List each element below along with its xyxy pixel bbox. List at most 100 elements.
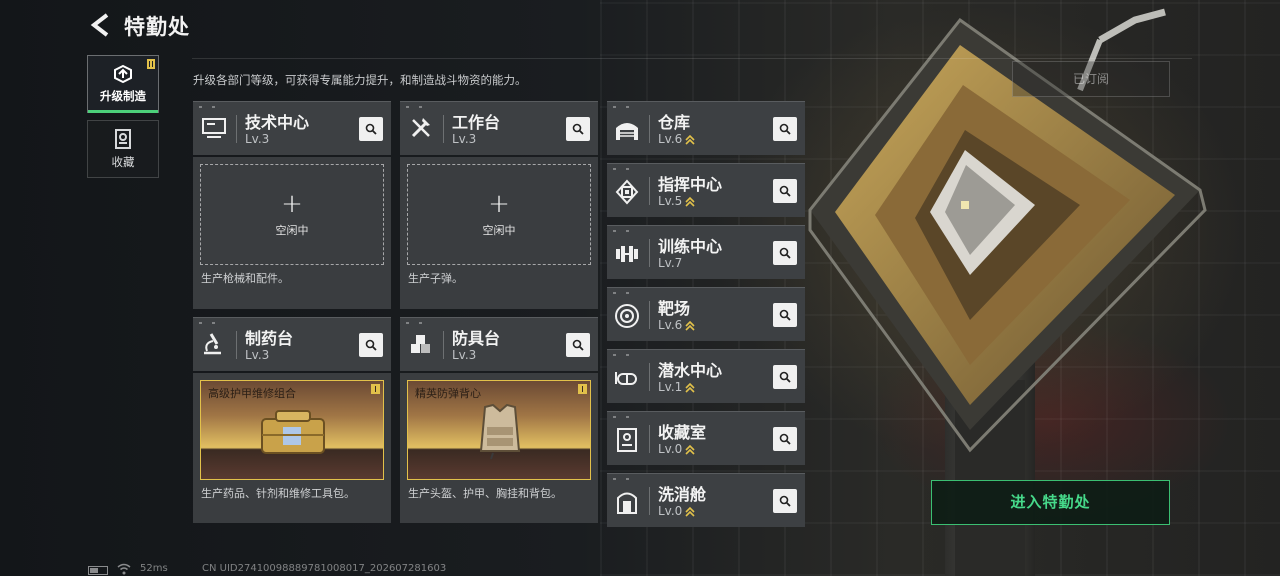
workshop-level: Lv.3: [245, 132, 270, 146]
search-icon[interactable]: [773, 489, 797, 513]
workshop-level: Lv.3: [452, 348, 477, 362]
search-icon[interactable]: [359, 333, 383, 357]
dumbbell-icon: [616, 246, 638, 262]
upgrade-arrow-icon: [685, 134, 695, 145]
workshop-header[interactable]: 工作台 Lv.3: [400, 101, 598, 155]
search-icon[interactable]: [566, 333, 590, 357]
divider: [649, 239, 650, 267]
battery-icon: [88, 566, 108, 575]
facility-name: 潜水中心: [658, 361, 723, 380]
slot-status: 空闲中: [275, 223, 309, 237]
upgrade-arrow-icon: [685, 320, 695, 331]
facility-level: Lv.0: [658, 504, 696, 518]
workshop-level: Lv.3: [452, 132, 477, 146]
facility-level: Lv.6: [658, 132, 696, 146]
plus-icon: +: [488, 188, 510, 219]
search-icon[interactable]: [773, 179, 797, 203]
workshop-body: 精英防弹背心 生产头盔、护甲、胸挂和背包。: [400, 373, 598, 523]
enter-special-ops-button[interactable]: 进入特勤处: [931, 480, 1170, 525]
idle-production-slot[interactable]: + 空闲中: [407, 164, 591, 265]
workshop-header[interactable]: 技术中心 Lv.3: [193, 101, 391, 155]
user-id: CN UID274100988897810080​17_202607281603: [202, 563, 447, 574]
facility-name: 洗消舱: [658, 485, 707, 504]
chip-icon: [615, 179, 639, 205]
back-icon[interactable]: [88, 12, 112, 38]
workshop-card-workbench: 工作台 Lv.3 + 空闲中 生产子弹。: [400, 101, 598, 309]
workshop-card-armory: 防具台 Lv.3 精英防弹背心 生产头盔、护甲、胸挂和背包。: [400, 317, 598, 523]
product-name: 高级护甲维修组合: [208, 387, 296, 400]
sidebar-item-label: 收藏: [111, 155, 135, 169]
search-icon[interactable]: [566, 117, 590, 141]
search-icon[interactable]: [773, 241, 797, 265]
workshop-card-pharmacy: 制药台 Lv.3 高级护甲维修组合 生产药品、针剂和维修工具包。: [193, 317, 391, 523]
workshop-description: 生产头盔、护甲、胸挂和背包。: [408, 487, 562, 500]
monitor-icon: [202, 118, 226, 138]
facility-level: Lv.5: [658, 194, 696, 208]
facility-command-center[interactable]: 指挥中心 Lv.5: [607, 163, 805, 217]
facility-level: Lv.1: [658, 380, 696, 394]
display-case-icon: [617, 428, 637, 452]
subscribed-button[interactable]: 已订阅: [1012, 61, 1170, 97]
facility-level: Lv.0: [658, 442, 696, 456]
workshop-name: 技术中心: [245, 113, 310, 132]
workshop-body: 高级护甲维修组合 生产药品、针剂和维修工具包。: [193, 373, 391, 523]
workshop-header[interactable]: 防具台 Lv.3: [400, 317, 598, 371]
workshop-card-tech-center: 技术中心 Lv.3 + 空闲中 生产枪械和配件。: [193, 101, 391, 309]
upgrade-craft-icon: [114, 64, 132, 84]
tools-icon: [411, 118, 430, 138]
armor-blocks-icon: [411, 335, 430, 353]
facility-collection-room[interactable]: 收藏室 Lv.0: [607, 411, 805, 465]
sidebar-item-label: 升级制造: [100, 89, 146, 103]
workshop-body: + 空闲中 生产子弹。: [400, 157, 598, 309]
product-slot[interactable]: 精英防弹背心: [407, 380, 591, 480]
facility-training-center[interactable]: 训练中心 Lv.7: [607, 225, 805, 279]
slot-status: 空闲中: [482, 223, 516, 237]
facility-name: 收藏室: [658, 423, 707, 442]
sidebar-item-collection[interactable]: 收藏: [87, 120, 159, 178]
product-name: 精英防弹背心: [415, 387, 481, 400]
upgrade-arrow-icon: [685, 196, 695, 207]
divider: [649, 115, 650, 143]
search-icon[interactable]: [773, 427, 797, 451]
divider: [649, 301, 650, 329]
facility-shooting-range[interactable]: 靶场 Lv.6: [607, 287, 805, 341]
page-description: 升级各部门等级，可获得专属能力提升，和制造战斗物资的能力。: [193, 73, 527, 87]
search-icon[interactable]: [359, 117, 383, 141]
collection-icon: [115, 129, 131, 149]
workshop-name: 防具台: [452, 329, 501, 348]
elite-vest-image: [479, 403, 521, 460]
divider: [236, 115, 237, 143]
header-divider: [192, 58, 1192, 59]
divider: [443, 115, 444, 143]
armor-repair-kit-image: [261, 410, 325, 454]
target-icon: [615, 304, 639, 328]
facility-warehouse[interactable]: 仓库 Lv.6: [607, 101, 805, 155]
workshop-body: + 空闲中 生产枪械和配件。: [193, 157, 391, 309]
wifi-icon: [117, 563, 131, 575]
notification-flag-icon: [371, 384, 380, 394]
idle-production-slot[interactable]: + 空闲中: [200, 164, 384, 265]
plus-icon: +: [281, 188, 303, 219]
divider: [649, 177, 650, 205]
search-icon[interactable]: [773, 117, 797, 141]
workshop-description: 生产子弹。: [408, 272, 463, 285]
facility-decontamination-bay[interactable]: 洗消舱 Lv.0: [607, 473, 805, 527]
warehouse-icon: [616, 123, 638, 140]
workshop-name: 工作台: [452, 113, 501, 132]
sidebar-item-upgrade-craft[interactable]: 升级制造: [87, 55, 159, 113]
workshop-header[interactable]: 制药台 Lv.3: [193, 317, 391, 371]
search-icon[interactable]: [773, 303, 797, 327]
divider: [649, 425, 650, 453]
facility-diving-center[interactable]: 潜水中心 Lv.1: [607, 349, 805, 403]
page-title: 特勤处: [124, 15, 190, 39]
search-icon[interactable]: [773, 365, 797, 389]
workshop-name: 制药台: [245, 329, 294, 348]
facility-name: 训练中心: [658, 237, 723, 256]
upgrade-arrow-icon: [685, 382, 695, 393]
decontamination-icon: [617, 492, 637, 514]
product-slot[interactable]: 高级护甲维修组合: [200, 380, 384, 480]
facility-level: Lv.6: [658, 318, 696, 332]
facility-name: 靶场: [658, 299, 691, 318]
notification-flag-icon: [578, 384, 587, 394]
divider: [649, 487, 650, 515]
